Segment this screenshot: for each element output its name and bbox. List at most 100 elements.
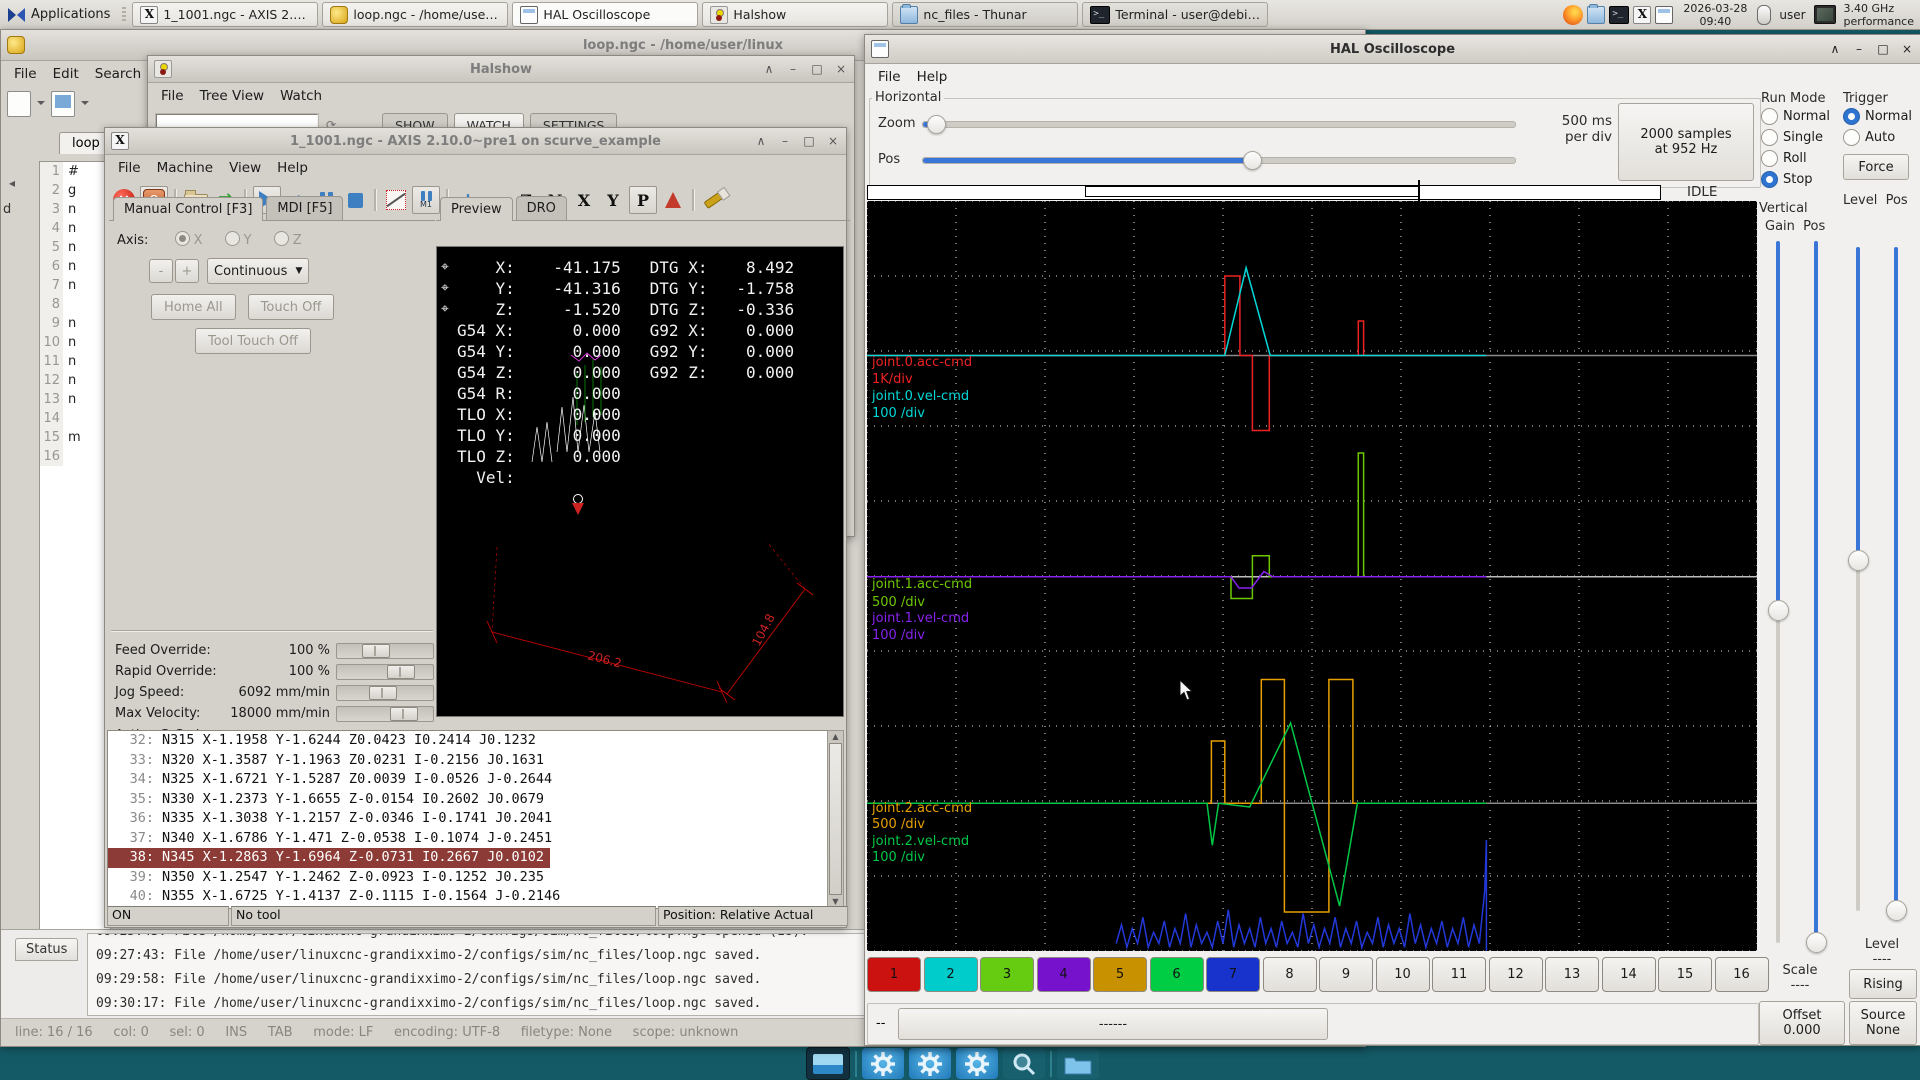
file-manager-icon[interactable]: [1587, 6, 1605, 24]
menu-view[interactable]: View: [222, 157, 268, 179]
channel-button-9[interactable]: 9: [1319, 957, 1373, 992]
shade-icon[interactable]: ∧: [754, 134, 768, 148]
override-slider[interactable]: [336, 706, 434, 722]
close-icon[interactable]: ×: [834, 62, 848, 76]
taskbar-window-button[interactable]: >_Terminal - user@debian...: [1082, 2, 1268, 27]
channel-button-8[interactable]: 8: [1263, 957, 1317, 992]
gear-icon[interactable]: [956, 1048, 998, 1079]
close-icon[interactable]: ×: [1900, 42, 1914, 56]
selected-channel-button[interactable]: ------: [898, 1008, 1328, 1040]
terminal-icon[interactable]: >_: [1609, 6, 1629, 24]
folder-icon[interactable]: [1057, 1048, 1099, 1079]
jog-plus-button[interactable]: +: [175, 259, 199, 283]
menu-watch[interactable]: Watch: [273, 85, 329, 107]
cpu-governor[interactable]: 3.40 GHz performance: [1844, 2, 1914, 28]
channel-button-2[interactable]: 2: [924, 957, 978, 992]
taskbar-window-button[interactable]: nc_files - Thunar: [892, 2, 1078, 27]
halshow-window-controls[interactable]: ∧ – □ ×: [762, 62, 848, 76]
slider-thumb[interactable]: [387, 665, 415, 679]
touch-off-button[interactable]: Touch Off: [248, 294, 335, 320]
slider-thumb[interactable]: [369, 686, 397, 700]
maximize-icon[interactable]: □: [802, 134, 816, 148]
display-icon[interactable]: [1814, 5, 1836, 24]
axis-radio-z[interactable]: Z: [274, 233, 302, 248]
firefox-icon[interactable]: [1563, 5, 1583, 25]
tab-preview[interactable]: Preview: [440, 197, 513, 221]
jog-mode-select[interactable]: Continuous ▼: [207, 258, 309, 284]
geany-editor[interactable]: 1#2g3n4n5n6n7n89n10n11n12n13n1415m16: [39, 161, 111, 933]
record-bar[interactable]: [867, 185, 1661, 200]
gcode-line[interactable]: 35:N330 X-1.2373 Y-1.6655 Z-0.0154 I0.26…: [108, 790, 550, 810]
search-icon[interactable]: [1003, 1048, 1045, 1079]
channel-button-12[interactable]: 12: [1489, 957, 1543, 992]
taskbar-window-button[interactable]: Halshow: [702, 2, 888, 27]
home-all-button[interactable]: Home All: [151, 294, 236, 320]
gcode-listing[interactable]: 32:N315 X-1.1958 Y-1.6244 Z0.0423 I0.241…: [107, 730, 831, 909]
minimize-icon[interactable]: –: [1852, 42, 1866, 56]
record-window[interactable]: [1085, 186, 1420, 197]
offset-button[interactable]: Offset0.000: [1759, 1001, 1845, 1045]
listing-scrollbar[interactable]: ▲ ▼: [827, 730, 844, 909]
shade-icon[interactable]: ∧: [762, 62, 776, 76]
window-tray-icon[interactable]: [1655, 6, 1673, 24]
axis-titlebar[interactable]: X 1_1001.ngc - AXIS 2.10.0~pre1 on scurv…: [105, 128, 846, 155]
channel-button-11[interactable]: 11: [1432, 957, 1486, 992]
tab-dro[interactable]: DRO: [516, 196, 567, 220]
gcode-line[interactable]: 37:N340 X-1.6786 Y-1.471 Z-0.0538 I-0.10…: [108, 829, 558, 849]
channel-button-7[interactable]: 7: [1206, 957, 1260, 992]
menu-help[interactable]: Help: [270, 157, 315, 179]
radio-roll[interactable]: Roll: [1761, 148, 1841, 169]
radio-normal[interactable]: Normal: [1843, 106, 1917, 127]
open-file-icon[interactable]: [51, 91, 75, 117]
axis-tray-icon[interactable]: X: [1633, 6, 1651, 24]
menu-tree-view[interactable]: Tree View: [193, 85, 271, 107]
back-icon[interactable]: ◂: [9, 176, 15, 190]
override-slider[interactable]: [336, 685, 434, 701]
tab-status[interactable]: Status: [15, 938, 78, 961]
scrollbar-thumb[interactable]: [829, 743, 842, 895]
channel-button-15[interactable]: 15: [1658, 957, 1712, 992]
display-settings-icon[interactable]: [806, 1047, 850, 1080]
maximize-icon[interactable]: □: [810, 62, 824, 76]
minimize-icon[interactable]: –: [778, 134, 792, 148]
applications-menu[interactable]: Applications: [0, 6, 118, 23]
menu-edit[interactable]: Edit: [46, 63, 86, 85]
preview-panel[interactable]: 206.2 104.8 ⌖ X: -41.175 DTG X: 8.492⌖ Y…: [436, 246, 844, 717]
menu-file[interactable]: File: [154, 85, 191, 107]
tab-manual-control-f3-[interactable]: Manual Control [F3]: [113, 197, 263, 221]
tool-touch-off-button[interactable]: Tool Touch Off: [195, 328, 311, 354]
override-slider[interactable]: [336, 664, 434, 680]
menu-search[interactable]: Search: [88, 63, 148, 85]
samples-button[interactable]: 2000 samplesat 952 Hz: [1618, 103, 1754, 181]
maximize-icon[interactable]: □: [1876, 42, 1890, 56]
zoom-slider[interactable]: [922, 121, 1516, 128]
taskbar-window-button[interactable]: loop.ngc - /home/user/li...: [322, 2, 508, 27]
menu-file[interactable]: File: [7, 63, 44, 85]
vertical-pos-slider-thumb[interactable]: [1806, 932, 1827, 953]
radio-normal[interactable]: Normal: [1761, 106, 1841, 127]
menu-file[interactable]: File: [871, 66, 908, 88]
pos-slider[interactable]: [922, 157, 1516, 164]
menu-help[interactable]: Help: [910, 66, 955, 88]
slider-thumb[interactable]: [362, 644, 390, 658]
slider-thumb[interactable]: [390, 707, 418, 721]
axis-radio-y[interactable]: Y: [225, 233, 252, 248]
gcode-line[interactable]: 34:N325 X-1.6721 Y-1.5287 Z0.0039 I-0.05…: [108, 770, 558, 790]
gear-icon[interactable]: [862, 1048, 904, 1079]
channel-button-4[interactable]: 4: [1037, 957, 1091, 992]
scope-plot[interactable]: joint.0.acc-cmd1K/divjoint.0.vel-cmd100 …: [867, 201, 1757, 951]
clock[interactable]: 2026-03-28 09:40: [1683, 2, 1747, 28]
scope-window-controls[interactable]: ∧ – □ ×: [1828, 42, 1914, 56]
trigger-pos-slider-thumb[interactable]: [1886, 900, 1907, 921]
halshow-titlebar[interactable]: Halshow ∧ – □ ×: [148, 56, 854, 83]
force-button[interactable]: Force: [1843, 154, 1909, 180]
radio-single[interactable]: Single: [1761, 127, 1841, 148]
trigger-level-slider-thumb[interactable]: [1848, 550, 1869, 571]
tab-mdi-f5-[interactable]: MDI [F5]: [266, 196, 343, 220]
menu-machine[interactable]: Machine: [150, 157, 221, 179]
override-slider[interactable]: [336, 643, 434, 659]
gcode-line[interactable]: 40:N355 X-1.6725 Y-1.4137 Z-0.1115 I-0.1…: [108, 887, 566, 907]
jog-minus-button[interactable]: -: [149, 259, 173, 283]
menu-file[interactable]: File: [111, 157, 148, 179]
scope-titlebar[interactable]: HAL Oscilloscope ∧ – □ ×: [865, 35, 1920, 64]
